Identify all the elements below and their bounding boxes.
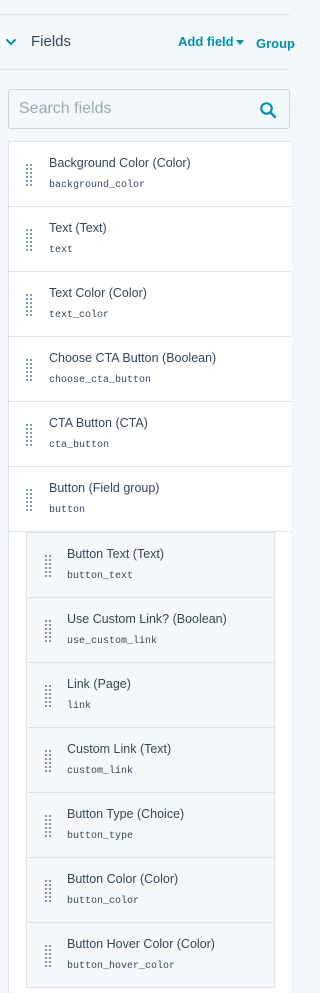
drag-handle-icon[interactable]: [45, 750, 51, 772]
field-label: Button Hover Color (Color): [67, 937, 215, 951]
field-name: button: [49, 505, 86, 516]
drag-handle-icon[interactable]: [26, 489, 32, 511]
drag-handle-icon[interactable]: [45, 815, 51, 837]
field-row[interactable]: Button Hover Color (Color) button_hover_c…: [27, 923, 274, 988]
field-row[interactable]: Use Custom Link? (Boolean) use_custom_lin…: [27, 598, 274, 663]
field-row[interactable]: Text Color (Color) text_color: [9, 272, 291, 337]
field-row[interactable]: Button (Field group) button: [9, 467, 291, 532]
field-label: Button Color (Color): [67, 872, 179, 886]
field-label: Custom Link (Text): [67, 742, 172, 756]
field-label: CTA Button (CTA): [49, 416, 148, 430]
drag-handle-icon[interactable]: [26, 359, 32, 381]
field-label: Button (Field group): [49, 481, 160, 495]
drag-handle-icon[interactable]: [45, 880, 51, 902]
field-name: button_color: [67, 896, 140, 907]
search-box: [8, 89, 290, 129]
drag-handle-icon[interactable]: [45, 945, 51, 967]
field-row[interactable]: Custom Link (Text) custom_link: [27, 728, 274, 793]
field-label: Text Color (Color): [49, 286, 147, 300]
fields-panel: Fields Add field Group Background Color …: [0, 15, 295, 993]
field-label: Background Color (Color): [49, 156, 191, 170]
field-name: text_color: [49, 310, 110, 321]
drag-handle-icon[interactable]: [45, 555, 51, 577]
field-list: Background Color (Color) background_color…: [8, 141, 291, 993]
drag-handle-icon[interactable]: [26, 294, 32, 316]
search-input[interactable]: [19, 98, 249, 120]
field-label: Link (Page): [67, 677, 131, 691]
field-name: link: [67, 701, 92, 712]
field-label: Text (Text): [49, 221, 107, 235]
field-name: button_hover_color: [67, 961, 176, 972]
drag-handle-icon[interactable]: [45, 620, 51, 642]
field-row[interactable]: Button Text (Text) button_text: [27, 533, 274, 598]
field-name: choose_cta_button: [49, 375, 152, 386]
add-field-button[interactable]: Add field: [178, 34, 234, 49]
field-name: use_custom_link: [67, 636, 158, 647]
field-row[interactable]: Text (Text) text: [9, 207, 291, 272]
search-icon[interactable]: [259, 101, 277, 119]
field-row[interactable]: CTA Button (CTA) cta_button: [9, 402, 291, 467]
field-name: custom_link: [67, 766, 134, 777]
field-label: Choose CTA Button (Boolean): [49, 351, 217, 365]
field-label: Button Type (Choice): [67, 807, 185, 821]
top-strip: [0, 0, 290, 15]
fields-header: Fields Add field Group: [0, 15, 295, 70]
chevron-down-icon[interactable]: [4, 35, 18, 49]
field-row[interactable]: Choose CTA Button (Boolean) choose_cta_bu…: [9, 337, 291, 402]
field-name: cta_button: [49, 440, 110, 451]
field-label: Button Text (Text): [67, 547, 165, 561]
drag-handle-icon[interactable]: [45, 685, 51, 707]
field-row[interactable]: Background Color (Color) background_color: [9, 142, 291, 207]
field-name: button_type: [67, 831, 134, 842]
drag-handle-icon[interactable]: [26, 229, 32, 251]
group-button[interactable]: Group: [256, 36, 295, 51]
caret-down-icon[interactable]: [236, 40, 244, 45]
drag-handle-icon[interactable]: [26, 164, 32, 186]
field-group-children: Button Text (Text) button_text Use Custom …: [26, 532, 275, 988]
field-row[interactable]: Button Color (Color) button_color: [27, 858, 274, 923]
field-name: button_text: [67, 571, 134, 582]
field-name: background_color: [49, 180, 146, 191]
field-label: Use Custom Link? (Boolean): [67, 612, 227, 626]
fields-title: Fields: [31, 33, 72, 50]
drag-handle-icon[interactable]: [26, 424, 32, 446]
field-row[interactable]: Button Type (Choice) button_type: [27, 793, 274, 858]
field-row[interactable]: Link (Page) link: [27, 663, 274, 728]
field-name: text: [49, 245, 74, 256]
